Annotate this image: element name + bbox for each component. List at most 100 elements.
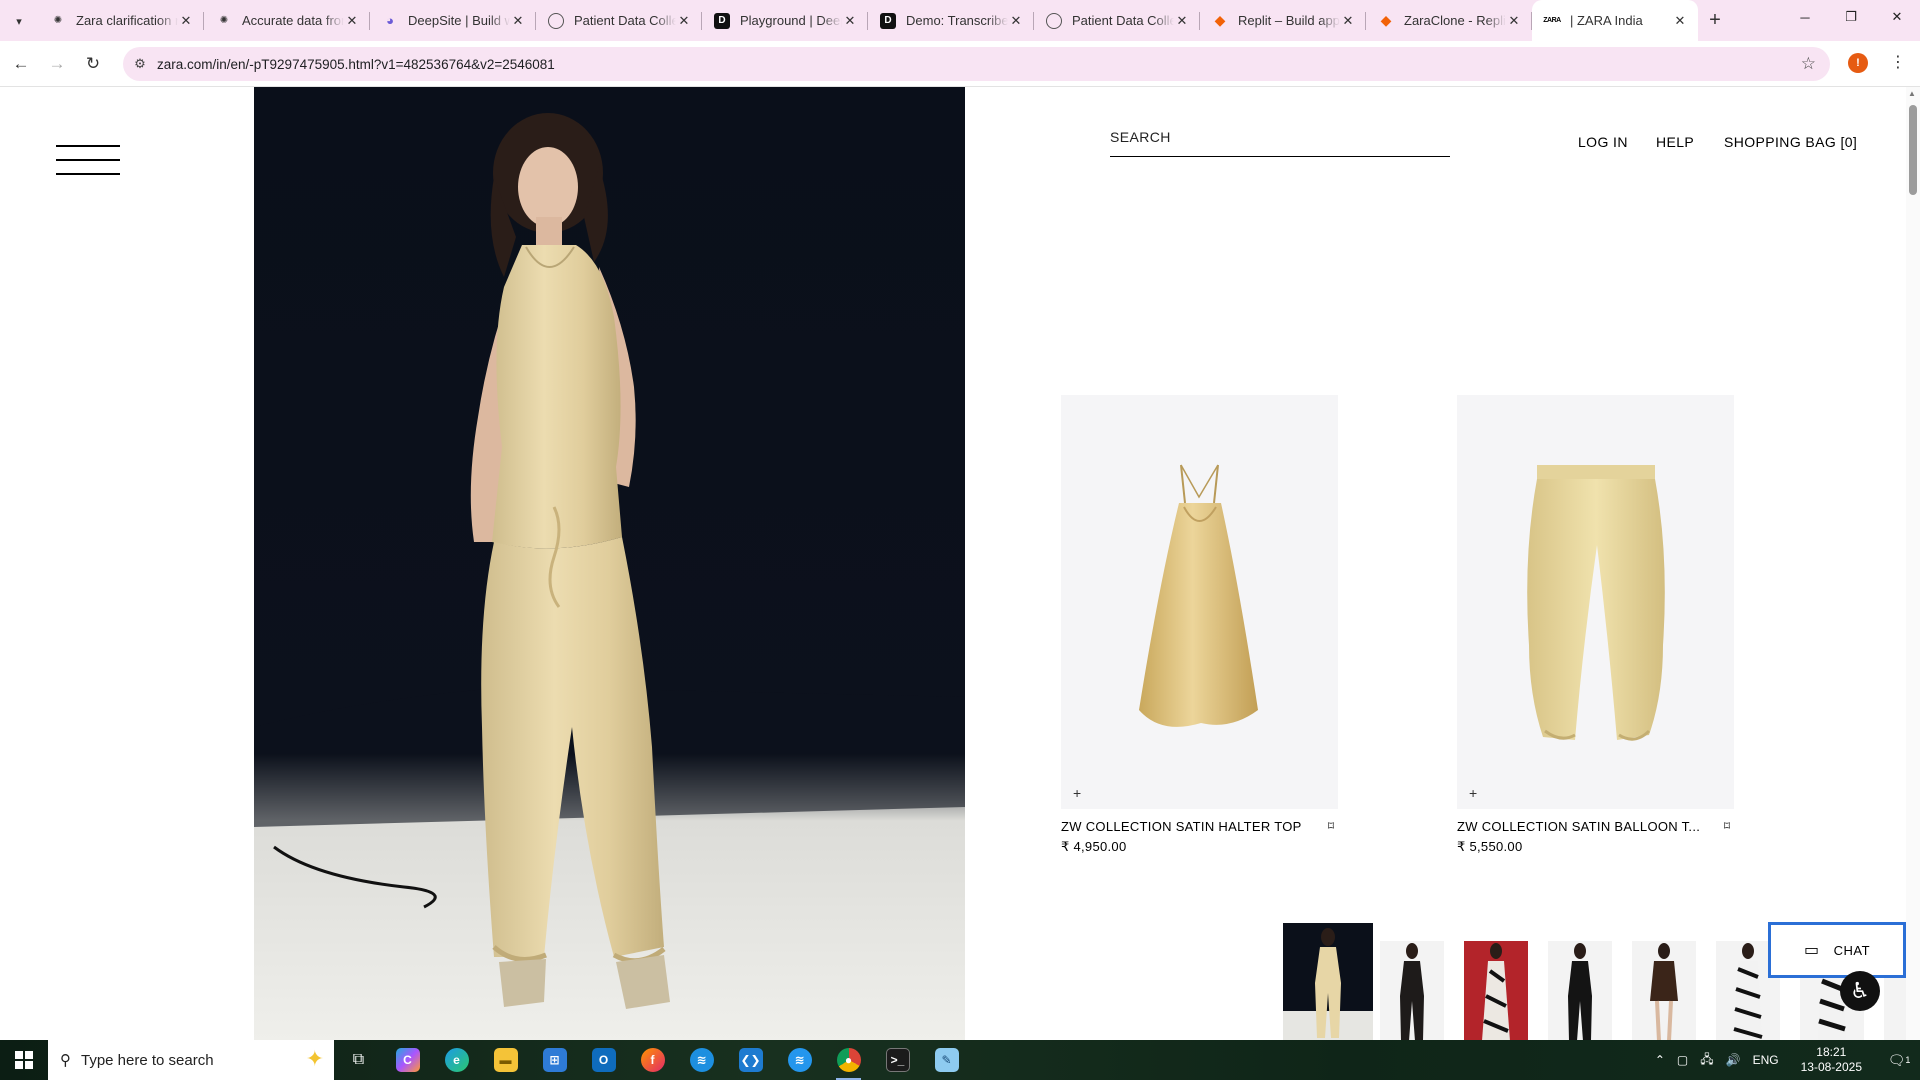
browser-tab[interactable]: ◆ Replit – Build app ✕ <box>1200 0 1366 41</box>
tab-search-dropdown-icon[interactable]: ▾ <box>8 10 30 32</box>
deepgram-icon: D <box>880 12 896 29</box>
page-scrollbar[interactable]: ▲ <box>1906 87 1920 1040</box>
login-link[interactable]: LOG IN <box>1578 134 1628 150</box>
browser-tab[interactable]: Patient Data Colle ✕ <box>536 0 702 41</box>
chrome-icon[interactable]: ● <box>824 1040 873 1080</box>
copilot-icon[interactable]: C <box>383 1040 432 1080</box>
close-tab-icon[interactable]: ✕ <box>1174 13 1190 29</box>
notepad-icon[interactable]: ✎ <box>922 1040 971 1080</box>
look-thumbnail-active[interactable] <box>1283 923 1373 1040</box>
show-hidden-icons-icon[interactable]: ⌃ <box>1655 1053 1665 1067</box>
halter-top-photo <box>1139 464 1258 727</box>
network-icon[interactable]: 🖧 <box>1700 1050 1713 1071</box>
back-icon[interactable]: ← <box>9 52 33 76</box>
scroll-up-icon[interactable]: ▲ <box>1908 89 1916 98</box>
add-to-bag-plus-icon[interactable]: + <box>1073 785 1081 801</box>
tab-title: Patient Data Colle <box>574 13 676 28</box>
browser-tab[interactable]: ◕ DeepSite | Build w ✕ <box>370 0 536 41</box>
taskbar-search-box[interactable]: ⚲ Type here to search ✦ <box>48 1040 334 1080</box>
close-tab-icon[interactable]: ✕ <box>510 13 526 29</box>
profile-avatar[interactable]: ! <box>1848 53 1868 73</box>
close-tab-icon[interactable]: ✕ <box>1506 13 1522 29</box>
look-thumbnail[interactable] <box>1632 941 1696 1040</box>
close-tab-icon[interactable]: ✕ <box>178 13 194 29</box>
add-to-bag-plus-icon[interactable]: + <box>1469 785 1477 801</box>
windows-taskbar: ⚲ Type here to search ✦ ⧉ C e ▬ ⊞ O f ≋ … <box>0 1040 1920 1080</box>
browser-tab[interactable]: D Demo: Transcribe ✕ <box>868 0 1034 41</box>
browser-tab[interactable]: Patient Data Colle ✕ <box>1034 0 1200 41</box>
clock-time: 18:21 <box>1816 1045 1847 1059</box>
tab-title: ZaraClone - Replit <box>1404 13 1506 28</box>
replit-icon: ◆ <box>1380 12 1392 28</box>
close-tab-icon[interactable]: ✕ <box>344 13 360 29</box>
outlook-icon[interactable]: O <box>579 1040 628 1080</box>
terminal-icon[interactable]: >_ <box>873 1040 922 1080</box>
browser-menu-icon[interactable]: ⋮ <box>1890 52 1906 72</box>
volume-icon[interactable]: 🔊 <box>1726 1053 1741 1067</box>
hero-product-image <box>254 87 965 1040</box>
meet-now-icon[interactable]: ▢ <box>1677 1053 1688 1067</box>
product-name[interactable]: ZW COLLECTION SATIN HALTER TOP <box>1061 819 1306 834</box>
globe-icon <box>1046 12 1062 29</box>
product-price: ₹ 4,950.00 <box>1061 839 1127 854</box>
restore-icon[interactable]: ❐ <box>1828 0 1874 34</box>
browser-tab-active[interactable]: ZARA | ZARA India ✕ <box>1532 0 1698 41</box>
task-view-icon[interactable]: ⧉ <box>334 1040 383 1080</box>
system-tray: ⌃ ▢ 🖧 🔊 ENG 18:21 13-08-2025 🗨 1 <box>1649 1040 1920 1080</box>
model-photo <box>254 87 965 1040</box>
windows-start-icon[interactable] <box>0 1040 48 1080</box>
chat-button[interactable]: ▭ CHAT <box>1768 922 1906 978</box>
clock[interactable]: 18:21 13-08-2025 <box>1795 1045 1868 1075</box>
reload-icon[interactable]: ↻ <box>81 52 105 76</box>
browser-tab[interactable]: ◆ ZaraClone - Replit ✕ <box>1366 0 1532 41</box>
shopping-bag-link[interactable]: SHOPPING BAG [0] <box>1724 134 1857 150</box>
firefox-icon[interactable]: f <box>628 1040 677 1080</box>
docker-icon[interactable]: ≋ <box>677 1040 726 1080</box>
look-thumbnail[interactable] <box>1464 941 1528 1040</box>
bookmark-star-icon[interactable]: ☆ <box>1801 54 1816 74</box>
search-input[interactable]: SEARCH <box>1110 129 1450 157</box>
look-thumbnail[interactable] <box>1548 941 1612 1040</box>
tab-title: Zara clarification n <box>76 13 178 28</box>
product-image[interactable]: + <box>1061 395 1338 809</box>
chat-label: CHAT <box>1833 942 1871 958</box>
close-tab-icon[interactable]: ✕ <box>676 13 692 29</box>
language-indicator[interactable]: ENG <box>1753 1053 1779 1067</box>
edge-icon[interactable]: e <box>432 1040 481 1080</box>
scrollbar-thumb[interactable] <box>1909 105 1917 195</box>
browser-tab[interactable]: ✺ Zara clarification n ✕ <box>38 0 204 41</box>
close-tab-icon[interactable]: ✕ <box>842 13 858 29</box>
product-image[interactable]: + <box>1457 395 1734 809</box>
menu-hamburger-icon[interactable] <box>56 143 120 177</box>
minimize-icon[interactable]: ─ <box>1782 0 1828 34</box>
site-info-icon[interactable]: ⚙ <box>123 56 157 72</box>
zara-product-page: SEARCH LOG IN HELP SHOPPING BAG [0] + ZW… <box>0 87 1920 1040</box>
notification-center-icon[interactable]: 🗨 1 <box>1884 1040 1914 1080</box>
look-thumbnail[interactable] <box>1380 941 1444 1040</box>
balloon-trousers-photo <box>1527 465 1665 741</box>
microsoft-store-icon[interactable]: ⊞ <box>530 1040 579 1080</box>
product-card[interactable]: + ZW COLLECTION SATIN HALTER TOP ⌑ ₹ 4,9… <box>1061 395 1338 854</box>
product-card[interactable]: + ZW COLLECTION SATIN BALLOON T... ⌑ ₹ 5… <box>1457 395 1734 854</box>
vscode-icon[interactable]: ❮❯ <box>726 1040 775 1080</box>
browser-tab-bar: ▾ ✺ Zara clarification n ✕ ✺ Accurate da… <box>0 0 1920 41</box>
forward-icon[interactable]: → <box>45 52 69 76</box>
browser-tab[interactable]: D Playground | Deep ✕ <box>702 0 868 41</box>
bookmark-icon[interactable]: ⌑ <box>1324 819 1338 833</box>
tab-title: Replit – Build app <box>1238 13 1340 28</box>
close-tab-icon[interactable]: ✕ <box>1008 13 1024 29</box>
bookmark-icon[interactable]: ⌑ <box>1720 819 1734 833</box>
openai-icon: ✺ <box>219 15 229 26</box>
new-tab-button[interactable]: + <box>1698 0 1732 41</box>
accessibility-icon[interactable]: ♿ <box>1840 971 1880 1011</box>
product-name[interactable]: ZW COLLECTION SATIN BALLOON T... <box>1457 819 1702 834</box>
file-explorer-icon[interactable]: ▬ <box>481 1040 530 1080</box>
help-link[interactable]: HELP <box>1656 134 1694 150</box>
close-tab-icon[interactable]: ✕ <box>1340 13 1356 29</box>
browser-tab[interactable]: ✺ Accurate data from ✕ <box>204 0 370 41</box>
close-tab-icon[interactable]: ✕ <box>1672 13 1688 29</box>
close-window-icon[interactable]: ✕ <box>1874 0 1920 34</box>
url-text[interactable]: zara.com/in/en/-pT9297475905.html?v1=482… <box>157 57 555 72</box>
docker-desktop-icon[interactable]: ≋ <box>775 1040 824 1080</box>
address-bar[interactable]: ⚙ zara.com/in/en/-pT9297475905.html?v1=4… <box>123 47 1830 81</box>
